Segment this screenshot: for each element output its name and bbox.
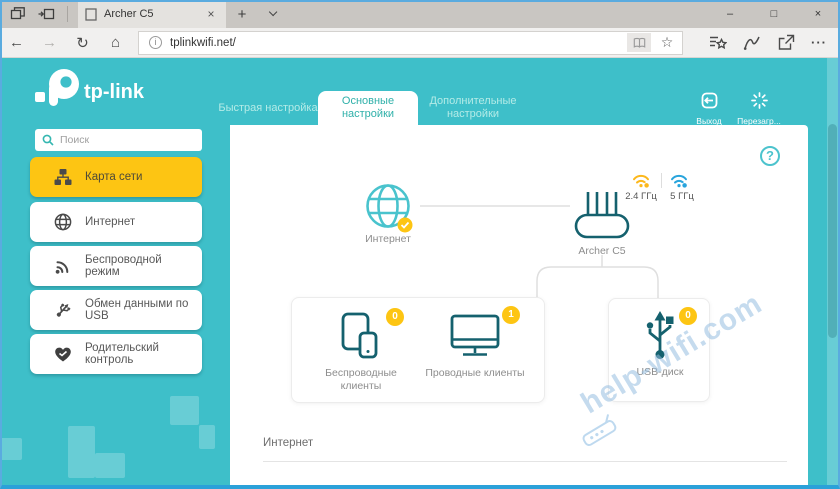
- tab-basic-settings[interactable]: Основные настройки: [318, 91, 418, 125]
- back-button[interactable]: ←: [0, 34, 33, 51]
- parental-control-icon: [54, 346, 72, 363]
- home-button[interactable]: ⌂: [99, 34, 132, 51]
- page-favicon: [85, 8, 97, 21]
- logout-icon: [701, 92, 718, 109]
- page-scrollbar-thumb[interactable]: [828, 124, 837, 338]
- sidebar-item-label: Беспроводной режим: [85, 254, 194, 279]
- router-admin-page: tp-link Быстрая настройка Основные настр…: [0, 58, 840, 489]
- browser-titlebar: Archer C5 × + – □ ×: [0, 0, 840, 28]
- search-input[interactable]: [60, 134, 195, 146]
- sidebar-item-label: Интернет: [85, 216, 135, 229]
- browser-toolbar: ← → ↻ ⌂ i tplinkwifi.net/ ☆ ···: [0, 28, 840, 58]
- new-tab-button[interactable]: +: [226, 0, 258, 28]
- search-icon: [42, 134, 54, 146]
- reading-view-icon[interactable]: [627, 33, 651, 52]
- section-divider: [263, 461, 787, 462]
- browser-window: Archer C5 × + – □ × ← → ↻ ⌂ i tplinkwifi…: [0, 0, 840, 489]
- ink-pen-icon[interactable]: [743, 34, 761, 51]
- refresh-button[interactable]: ↻: [66, 34, 99, 52]
- maximize-button[interactable]: □: [752, 0, 796, 28]
- wired-clients-node[interactable]: 1 Проводные клиенты: [416, 310, 534, 380]
- sidebar-item-label: Карта сети: [85, 171, 142, 184]
- tab-quick-setup[interactable]: Быстрая настройка: [218, 91, 318, 125]
- decor-square: [68, 426, 95, 478]
- decor-square: [95, 453, 125, 478]
- network-map-icon: [54, 168, 72, 186]
- wireless-clients-icon: [339, 312, 383, 360]
- minimize-button[interactable]: –: [708, 0, 752, 28]
- globe-icon: [54, 213, 72, 231]
- wireless-clients-count: 0: [386, 308, 404, 326]
- section-title: Интернет: [263, 437, 313, 449]
- browser-tab[interactable]: Archer C5 ×: [78, 0, 226, 28]
- sidebar-item-internet[interactable]: Интернет: [30, 202, 202, 242]
- wired-clients-icon: [448, 313, 502, 359]
- wired-clients-label: Проводные клиенты: [416, 367, 534, 380]
- share-icon[interactable]: [777, 34, 795, 51]
- hub-favorites-icon[interactable]: [709, 34, 727, 51]
- wireless-clients-node[interactable]: 0 Беспроводные клиенты: [308, 310, 414, 393]
- address-bar[interactable]: i tplinkwifi.net/ ☆: [138, 31, 683, 55]
- reboot-icon: [751, 92, 768, 109]
- band-divider: [661, 173, 662, 188]
- wireless-clients-label: Беспроводные клиенты: [308, 367, 414, 393]
- more-options-icon[interactable]: ···: [811, 35, 827, 50]
- sidebar-item-parental-control[interactable]: Родительский контроль: [30, 334, 202, 374]
- wireless-icon: [54, 257, 72, 275]
- tab-list-chevron-icon[interactable]: [258, 0, 288, 28]
- usb-disk-icon: [640, 309, 680, 361]
- set-tabs-aside-icon[interactable]: [38, 6, 55, 22]
- sidebar-item-usb-sharing[interactable]: Обмен данными по USB: [30, 290, 202, 330]
- decor-square: [0, 438, 22, 460]
- sidebar-search: [35, 129, 202, 151]
- sidebar-item-label: Родительский контроль: [85, 342, 194, 367]
- decor-square: [199, 425, 215, 449]
- clients-box: 0 Беспроводные клиенты 1 Проводные клиен…: [291, 297, 545, 403]
- usb-disk-count: 0: [679, 307, 697, 325]
- network-map-panel: ? Интернет Archer C5 2.4 ГГц 5: [230, 125, 808, 489]
- tab-title: Archer C5: [104, 8, 196, 20]
- usb-icon: [54, 301, 72, 319]
- url-text: tplinkwifi.net/: [170, 37, 627, 49]
- reboot-button[interactable]: Перезагр...: [732, 92, 786, 126]
- tp-link-logo: tp-link: [34, 66, 164, 117]
- help-icon[interactable]: ?: [760, 146, 780, 166]
- wired-clients-count: 1: [502, 306, 520, 324]
- tab-close-icon[interactable]: ×: [203, 7, 219, 21]
- favorite-star-icon[interactable]: ☆: [656, 34, 678, 51]
- tab-preview-icon[interactable]: [10, 6, 26, 22]
- wifi-2g-label: 2.4 ГГц: [618, 191, 664, 202]
- sidebar-item-label: Обмен данными по USB: [85, 298, 194, 323]
- usb-box: 0 USB-диск: [608, 298, 710, 402]
- wifi-5g-label: 5 ГГц: [664, 191, 700, 202]
- decor-square: [170, 396, 199, 425]
- logo-text: tp-link: [84, 81, 145, 103]
- titlebar-separator: [67, 6, 68, 22]
- sidebar-item-wireless[interactable]: Беспроводной режим: [30, 246, 202, 286]
- usb-disk-label: USB-диск: [615, 366, 705, 379]
- internet-node-label: Интернет: [338, 233, 438, 245]
- close-button[interactable]: ×: [796, 0, 840, 28]
- site-info-icon[interactable]: i: [149, 36, 162, 49]
- logout-button[interactable]: Выход: [682, 92, 736, 126]
- tab-advanced-settings[interactable]: Дополнительные настройки: [418, 91, 528, 125]
- sidebar-item-network-map[interactable]: Карта сети: [30, 157, 202, 197]
- usb-disk-node[interactable]: 0 USB-диск: [615, 309, 705, 379]
- router-node-label: Archer C5: [562, 245, 642, 257]
- forward-button[interactable]: →: [33, 34, 66, 51]
